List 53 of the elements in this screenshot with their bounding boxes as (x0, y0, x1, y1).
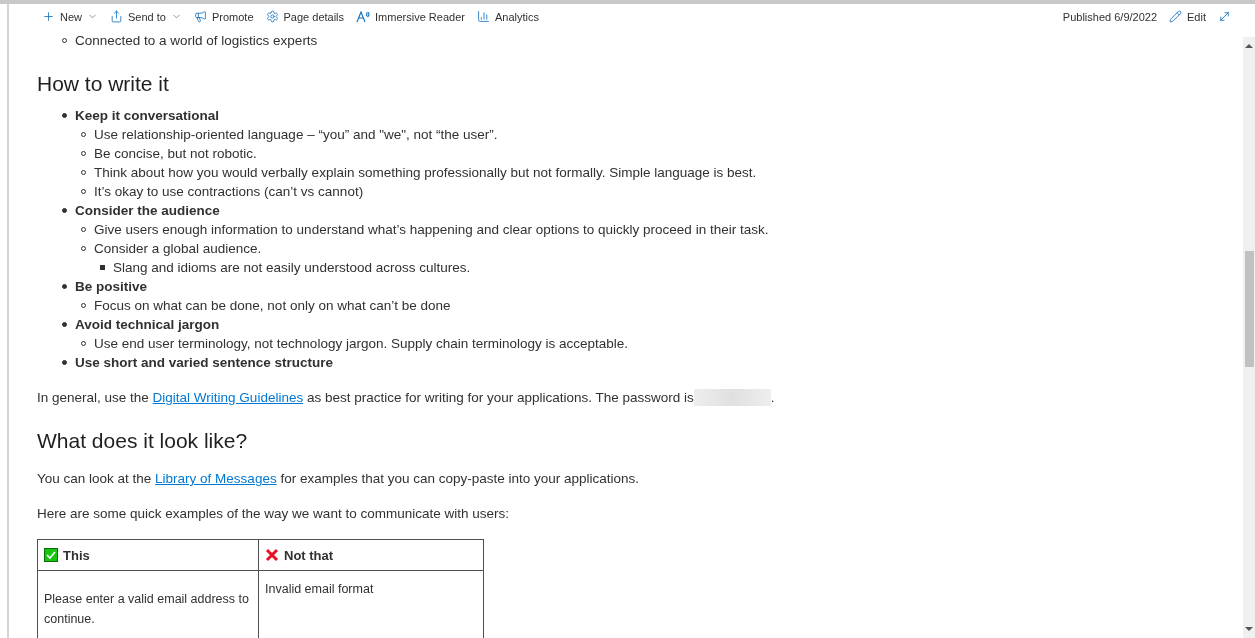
chart-icon (476, 10, 490, 23)
scroll-down-icon[interactable] (1245, 626, 1253, 632)
paragraph: In general, use the Digital Writing Guidelines as best practice for writing for your applications. The password is . (37, 388, 776, 407)
table-cell: Please enter a valid email address to continue. (37, 570, 259, 638)
bullet-icon (100, 265, 105, 270)
list-item-text: Slang and idioms are not easily understood across cultures. (113, 260, 471, 275)
list-item-text: It’s okay to use contractions (can’t vs cannot) (94, 184, 364, 199)
pencil-icon (1169, 10, 1183, 23)
list-item-text: Consider a global audience. (94, 241, 262, 256)
scroll-up-icon[interactable] (1245, 43, 1253, 49)
column-header: This (63, 547, 90, 563)
bullet-icon (62, 284, 67, 289)
list-item-text: Give users enough information to understand what’s happening and clear options to quickly proceed in their task. (94, 222, 769, 237)
list-item-text: Connected to a world of logistics experts (75, 33, 318, 48)
scrollbar[interactable] (1243, 37, 1255, 638)
list-item-text: Use end user terminology, not technology jargon. Supply chain terminology is acceptable. (94, 336, 629, 351)
bullet-icon (62, 113, 67, 118)
bullet-icon (62, 322, 67, 327)
bullet-icon (62, 208, 67, 213)
bullet-icon (62, 360, 67, 365)
paragraph: Here are some quick examples of the way we want to communicate with users: (37, 505, 510, 523)
cross-icon (265, 548, 279, 562)
toolbar-button[interactable]: New (42, 10, 98, 23)
toolbar-button[interactable]: Immersive Reader (356, 10, 465, 23)
reader-icon (356, 10, 371, 23)
toolbar-button[interactable]: Analytics (476, 10, 539, 23)
list-item-text: Be concise, but not robotic. (94, 146, 257, 161)
checkmark-icon (44, 548, 58, 562)
section-heading: What does it look like? (37, 429, 249, 453)
share-icon (110, 10, 123, 23)
list-item-text: Consider the audience (75, 203, 220, 218)
expand-icon[interactable] (1218, 10, 1231, 23)
megaphone-icon (193, 10, 207, 23)
paragraph: You can look at the Library of Messages for examples that you can copy-paste into your applications. (37, 470, 641, 488)
settings-icon (265, 10, 279, 23)
list-item-text: Avoid technical jargon (75, 317, 220, 332)
toolbar-button[interactable]: Promote (193, 10, 254, 23)
list-item-text: Keep it conversational (75, 108, 220, 123)
published-date: Published 6/9/2022 (1062, 10, 1158, 23)
toolbar-button[interactable]: Send to (110, 10, 182, 23)
link[interactable]: Digital Writing Guidelines (152, 390, 304, 405)
section-heading: How to write it (37, 72, 170, 96)
list-item-text: Focus on what can be done, not only on what can’t be done (94, 298, 451, 313)
list-item-text: Think about how you would verbally explain something professionally but not formally. Simple language is best. (94, 165, 757, 180)
list-item-text: Use relationship-oriented language – “you” and "we", not “the user”. (94, 127, 498, 142)
list-item-text: Be positive (75, 279, 148, 294)
scroll-thumb[interactable] (1245, 251, 1254, 367)
edit-button[interactable]: Edit (1169, 10, 1206, 23)
list-item-text: Use short and varied sentence structure (75, 355, 334, 370)
plus-icon (42, 10, 55, 23)
toolbar-button[interactable]: Page details (265, 10, 345, 23)
link[interactable]: Library of Messages (155, 471, 277, 486)
column-header: Not that (284, 547, 334, 563)
